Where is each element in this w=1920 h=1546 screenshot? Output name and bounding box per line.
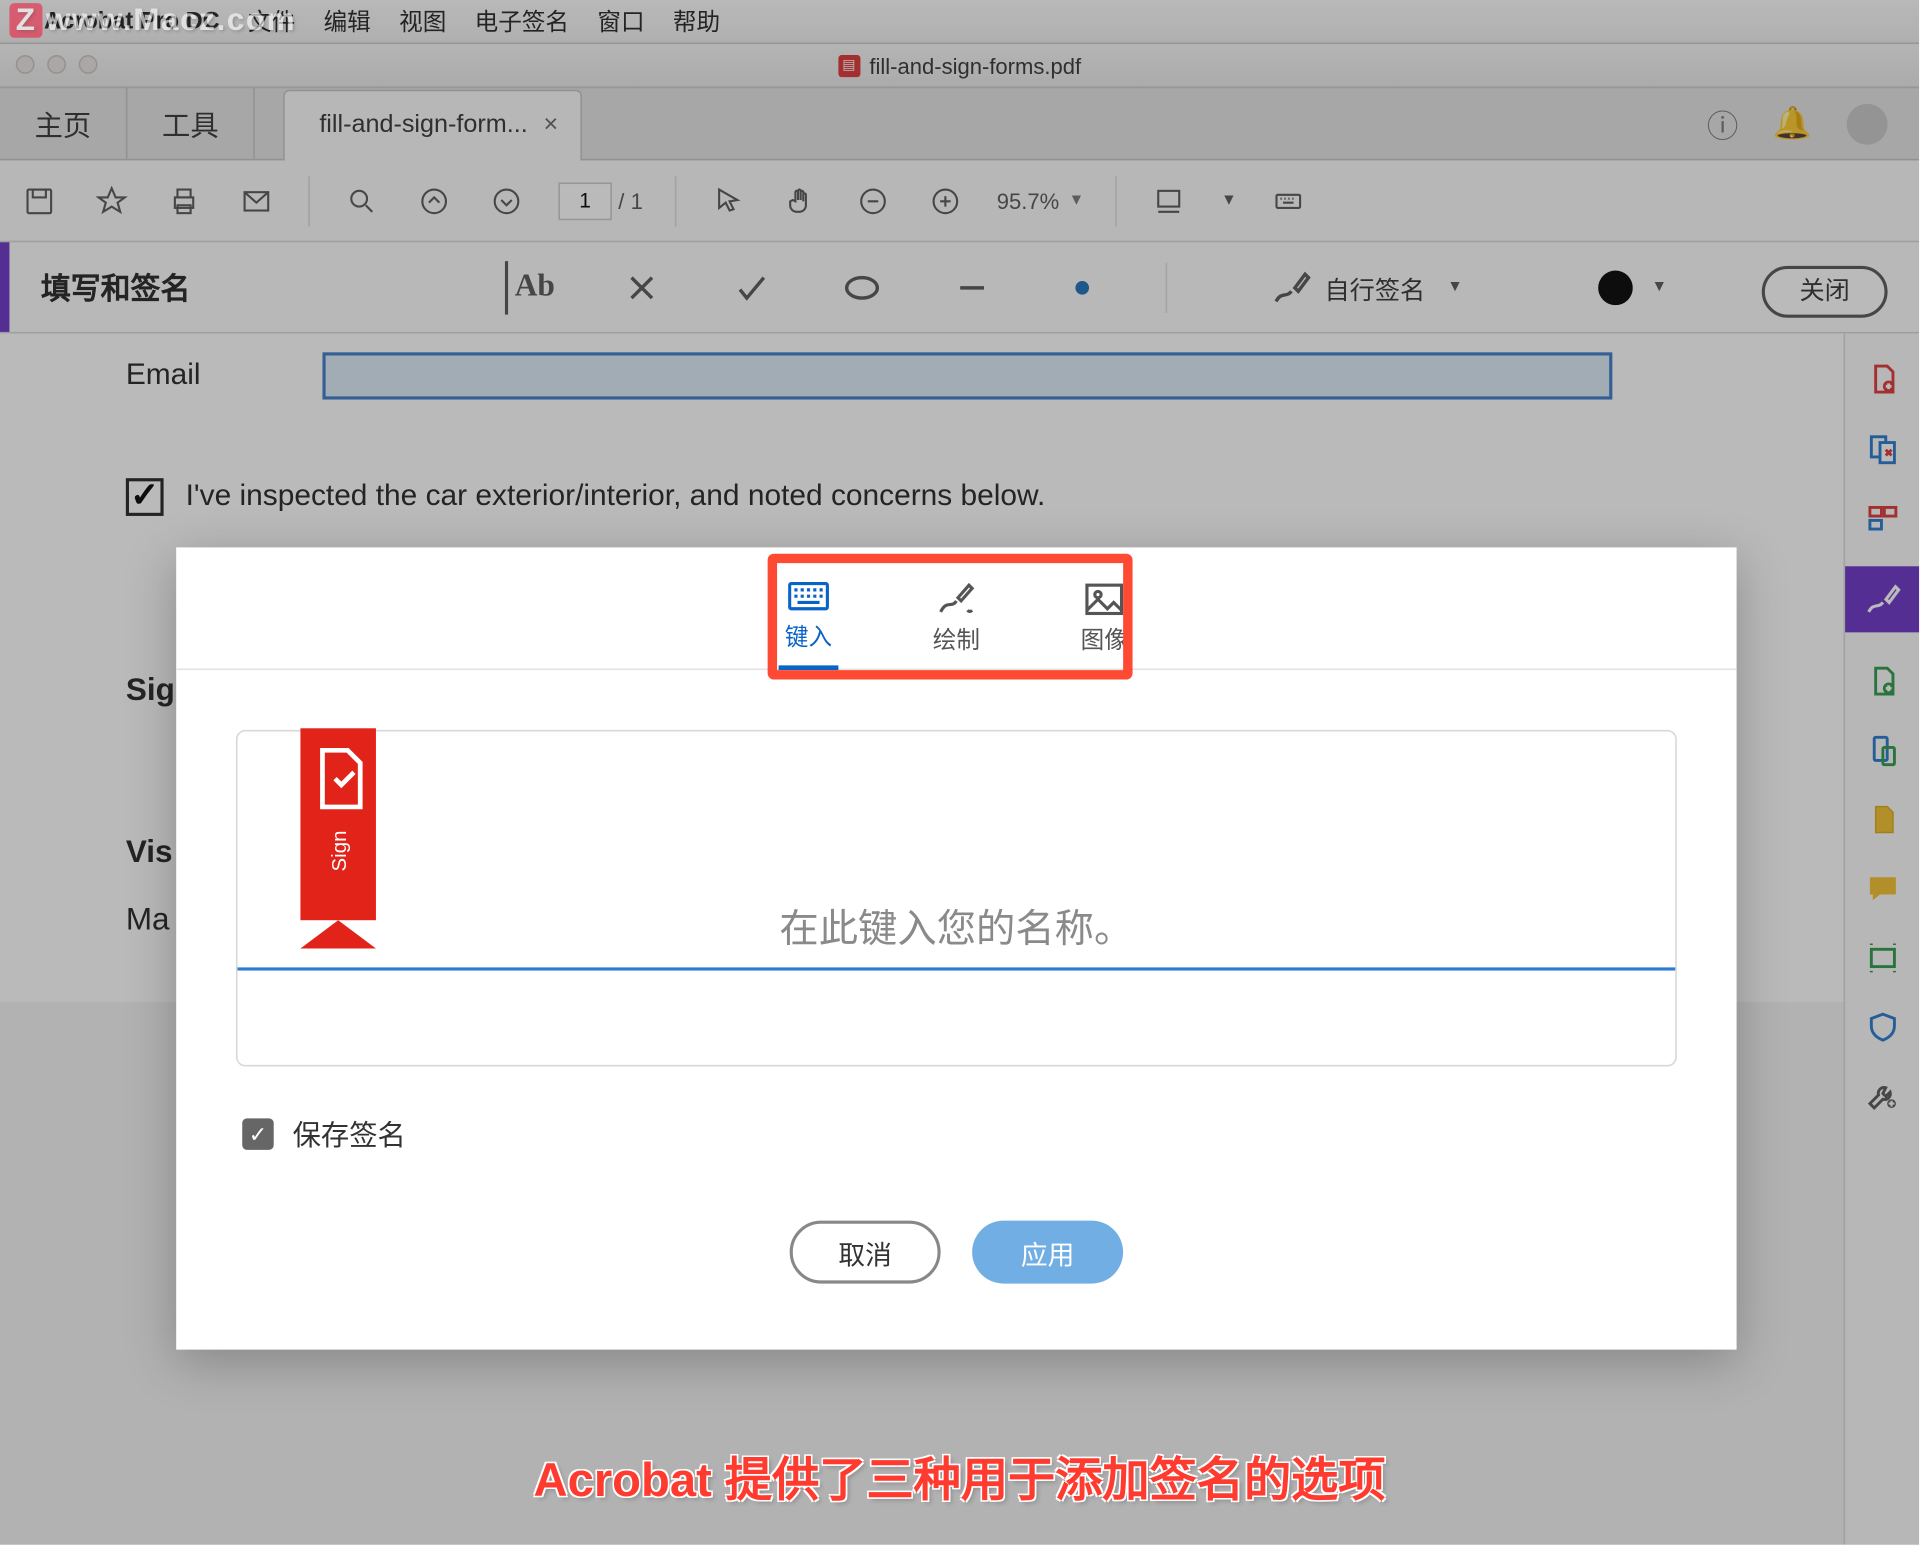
dialog-tab-draw[interactable]: 绘制 (914, 582, 999, 656)
cancel-button[interactable]: 取消 (790, 1221, 941, 1284)
save-signature-label: 保存签名 (293, 1114, 406, 1155)
sign-ribbon: Sign (300, 728, 376, 920)
dialog-tab-image-label: 图像 (1081, 623, 1128, 656)
tutorial-caption: Acrobat 提供了三种用于添加签名的选项 (0, 1441, 1919, 1510)
dialog-tab-type-label: 键入 (785, 620, 832, 653)
apply-button[interactable]: 应用 (972, 1221, 1123, 1284)
signature-input-area[interactable]: Sign 在此键入您的名称。 (236, 730, 1677, 1067)
signature-placeholder: 在此键入您的名称。 (238, 898, 1676, 955)
signature-dialog: 键入 绘制 图像 Sign 在此键入您的名称。 ✓ 保存签名 取消 应用 (176, 547, 1736, 1349)
dialog-tab-type[interactable]: 键入 (766, 582, 851, 656)
dialog-tabs: 键入 绘制 图像 (176, 547, 1736, 670)
dialog-tab-image[interactable]: 图像 (1062, 582, 1147, 656)
save-signature-checkbox[interactable]: ✓ (242, 1118, 273, 1149)
dialog-tab-draw-label: 绘制 (933, 623, 980, 656)
signature-line (238, 967, 1676, 970)
